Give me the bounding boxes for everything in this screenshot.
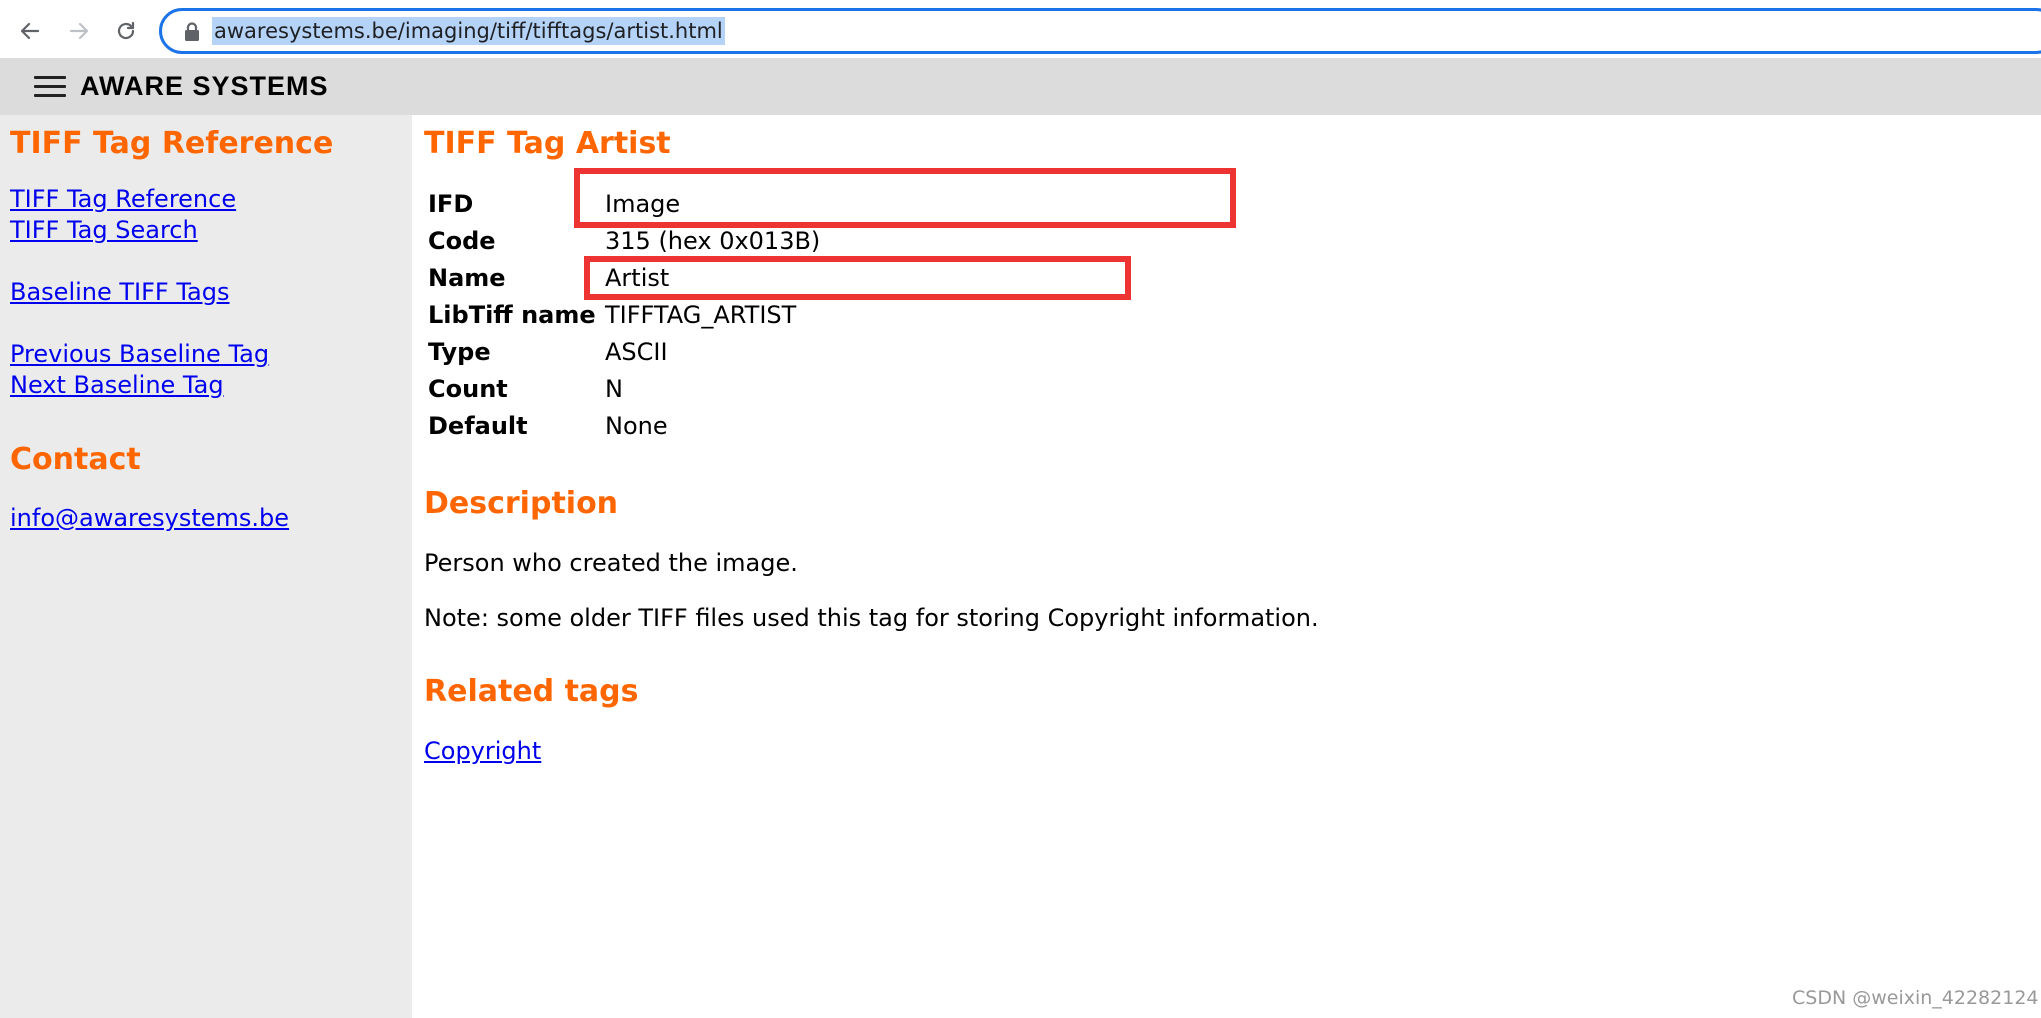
reload-icon[interactable]	[108, 13, 144, 49]
property-label: Code	[428, 227, 496, 255]
sidebar-link-tiff-tag-search[interactable]: TIFF Tag Search	[10, 216, 198, 244]
watermark: CSDN @weixin_42282124	[1792, 987, 2039, 1009]
property-value: ASCII	[605, 338, 668, 366]
property-label: Default	[428, 412, 528, 440]
property-value: None	[605, 412, 668, 440]
page-title: TIFF Tag Artist	[424, 126, 671, 161]
ifd-highlight-box	[574, 168, 1236, 228]
description-note: Note: some older TIFF files used this ta…	[424, 604, 1319, 632]
related-tags-heading: Related tags	[424, 674, 639, 709]
site-title[interactable]: AWARE SYSTEMS	[80, 71, 329, 102]
sidebar-heading: TIFF Tag Reference	[10, 126, 334, 161]
contact-email-link[interactable]: info@awaresystems.be	[10, 504, 289, 532]
property-label: Count	[428, 375, 508, 403]
sidebar-link-tiff-tag-reference[interactable]: TIFF Tag Reference	[10, 185, 236, 213]
main-content: TIFF Tag Artist IFD Image Code 315 (hex …	[412, 115, 2041, 1018]
property-value: TIFFTAG_ARTIST	[605, 301, 797, 329]
property-label: Name	[428, 264, 506, 292]
site-header: AWARE SYSTEMS	[0, 58, 2041, 115]
url-text[interactable]: awaresystems.be/imaging/tiff/tifftags/ar…	[212, 17, 725, 45]
property-label: IFD	[428, 190, 474, 218]
name-highlight-box	[584, 256, 1131, 300]
sidebar-link-baseline-tiff-tags[interactable]: Baseline TIFF Tags	[10, 278, 230, 306]
property-label: LibTiff name	[428, 301, 596, 329]
browser-toolbar: awaresystems.be/imaging/tiff/tifftags/ar…	[0, 0, 2041, 58]
property-value: 315 (hex 0x013B)	[605, 227, 821, 255]
forward-arrow-icon[interactable]	[61, 13, 97, 49]
property-label: Type	[428, 338, 491, 366]
description-text: Person who created the image.	[424, 549, 798, 577]
sidebar-link-next-baseline-tag[interactable]: Next Baseline Tag	[10, 371, 224, 399]
sidebar: TIFF Tag Reference TIFF Tag Reference TI…	[0, 115, 412, 1018]
property-value: N	[605, 375, 623, 403]
back-arrow-icon[interactable]	[12, 13, 48, 49]
related-tag-link-copyright[interactable]: Copyright	[424, 737, 541, 765]
lock-icon	[185, 22, 199, 41]
contact-heading: Contact	[10, 442, 141, 477]
description-heading: Description	[424, 486, 619, 521]
address-bar[interactable]: awaresystems.be/imaging/tiff/tifftags/ar…	[159, 8, 2041, 54]
hamburger-menu-icon[interactable]	[34, 76, 66, 98]
sidebar-link-previous-baseline-tag[interactable]: Previous Baseline Tag	[10, 340, 269, 368]
